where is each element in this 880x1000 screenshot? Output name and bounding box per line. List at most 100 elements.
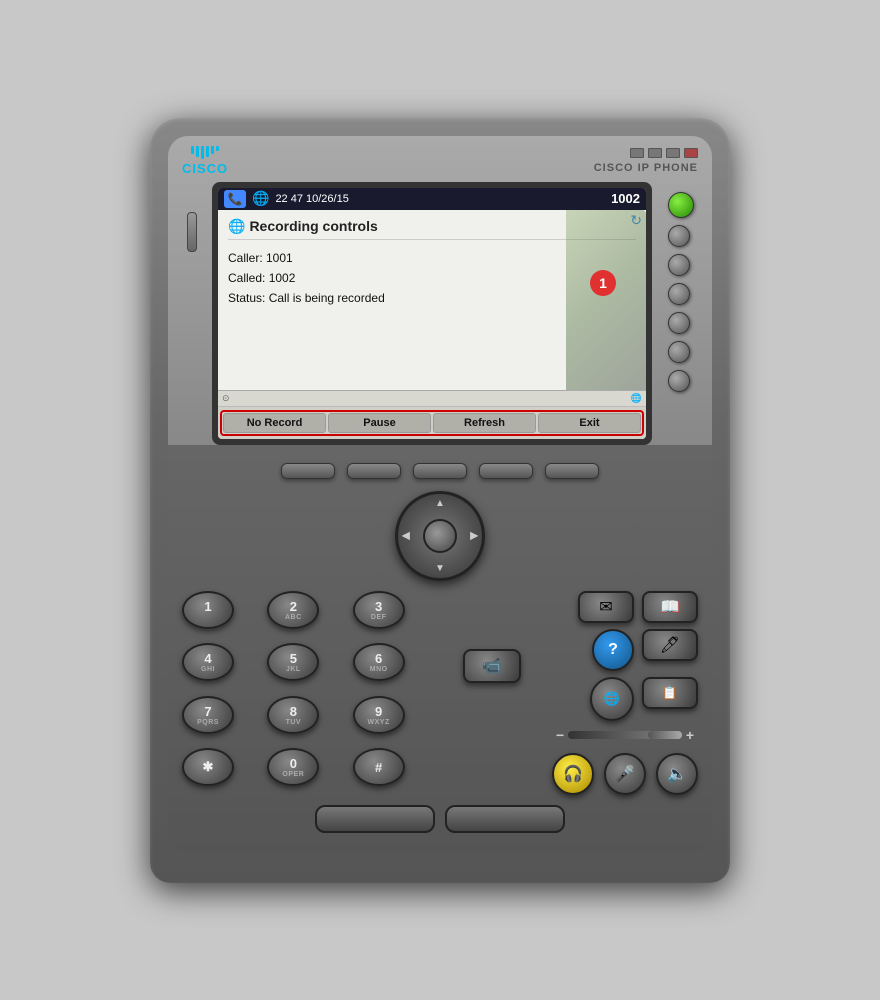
line-btn-2[interactable] — [668, 254, 690, 276]
softkey-physical-1[interactable] — [281, 463, 335, 479]
pause-button[interactable]: Pause — [328, 413, 431, 433]
cisco-logo: CISCO — [182, 146, 228, 176]
softkey-row-container: 2 ⊙ 🌐 No Record Pause Refresh — [218, 390, 646, 439]
annotation-badge-1: 1 — [590, 270, 616, 296]
video-icon: 📹 — [482, 656, 502, 676]
key-pound[interactable]: # — [353, 748, 405, 786]
settings-icon: 🌐 — [604, 691, 620, 707]
help-button[interactable]: ? — [592, 629, 634, 671]
key-3[interactable]: 3DEF — [353, 591, 405, 629]
nav-center-btn[interactable] — [423, 519, 457, 553]
nav-left-icon[interactable]: ◀ — [402, 530, 410, 541]
softkey-physical-4[interactable] — [479, 463, 533, 479]
left-handset[interactable] — [315, 805, 435, 833]
handset-button[interactable]: 🖊 — [642, 629, 698, 661]
globe-icon: 🌐 — [252, 190, 269, 207]
key-2[interactable]: 2ABC — [267, 591, 319, 629]
key-6[interactable]: 6MNO — [353, 643, 405, 681]
softkey-physical-5[interactable] — [545, 463, 599, 479]
volume-side-bar[interactable] — [187, 212, 197, 252]
screen-title-text: Recording controls — [249, 218, 377, 234]
refresh-button[interactable]: Refresh — [433, 413, 536, 433]
line-btn-5[interactable] — [668, 341, 690, 363]
right-side-buttons — [662, 182, 698, 392]
nav-ring[interactable]: ▲ ▼ ◀ ▶ — [395, 491, 485, 581]
phone-header: CISCO CISCO IP PHONE — [182, 146, 698, 176]
screen-clock-icon: ⊙ — [222, 393, 230, 404]
screen-container: 📞 🌐 22 47 10/26/15 1002 1 🌐 Recording co… — [212, 182, 652, 445]
screen-time: 22 47 10/26/15 — [275, 193, 605, 205]
keypad: 1 2ABC 3DEF 4GHI 5JKL 6MNO 7PQRS 8TUV 9W… — [182, 591, 432, 795]
exit-button[interactable]: Exit — [538, 413, 641, 433]
volume-plus[interactable]: + — [686, 727, 694, 743]
phone-device: CISCO CISCO IP PHONE — [150, 118, 730, 883]
phone-lower: 1 2ABC 3DEF 4GHI 5JKL 6MNO 7PQRS 8TUV 9W… — [182, 591, 698, 795]
speaker-icon: 🔈 — [667, 764, 687, 784]
right-column: ✉ 📖 ? 🖊 — [552, 591, 698, 795]
screen-extension: 1002 — [611, 191, 640, 206]
line-btn-1[interactable] — [668, 225, 690, 247]
softkey-bar: No Record Pause Refresh Exit — [218, 406, 646, 439]
mute-icon: 🎤 — [615, 764, 635, 784]
headset-button[interactable]: 🎧 — [552, 753, 594, 795]
screen-globe-bottom: 🌐 — [631, 393, 642, 404]
top-func-row: ✉ 📖 — [552, 591, 698, 623]
line-btn-3[interactable] — [668, 283, 690, 305]
key-0[interactable]: 0OPER — [267, 748, 319, 786]
title-globe-icon: 🌐 — [228, 218, 245, 235]
phone-brand-text: CISCO IP PHONE — [594, 162, 698, 174]
window-controls — [630, 148, 698, 158]
green-indicator — [668, 192, 694, 218]
handset-bar — [182, 805, 698, 833]
cisco-logo-bars — [191, 146, 219, 159]
center-column: 📹 — [442, 591, 542, 795]
navigation-area: ▲ ▼ ◀ ▶ — [182, 491, 698, 581]
settings-button[interactable]: 🌐 — [590, 677, 634, 721]
screen-refresh-arrow: ↻ — [630, 212, 642, 229]
nav-right-icon[interactable]: ▶ — [470, 530, 478, 541]
line-active-button[interactable]: 📋 — [642, 677, 698, 709]
volume-minus[interactable]: − — [556, 727, 564, 743]
video-button[interactable]: 📹 — [463, 649, 521, 683]
cisco-logo-text: CISCO — [182, 161, 228, 176]
restore-btn[interactable] — [648, 148, 662, 158]
minimize-btn[interactable] — [630, 148, 644, 158]
key-star[interactable]: ✱ — [182, 748, 234, 786]
no-record-button[interactable]: No Record — [223, 413, 326, 433]
close-btn[interactable] — [684, 148, 698, 158]
key-4[interactable]: 4GHI — [182, 643, 234, 681]
mid-func-row: ? 🖊 — [552, 629, 698, 671]
screen-content: 1 🌐 Recording controls Caller: 1001 Call… — [218, 210, 646, 390]
maximize-btn[interactable] — [666, 148, 680, 158]
help-icon: ? — [608, 641, 618, 659]
softkey-physical-3[interactable] — [413, 463, 467, 479]
volume-slider: − + — [552, 727, 698, 743]
line-btn-4[interactable] — [668, 312, 690, 334]
mute-button[interactable]: 🎤 — [604, 753, 646, 795]
headset-icon: 🎧 — [563, 764, 583, 784]
nav-down-icon[interactable]: ▼ — [435, 563, 445, 574]
phone-icon: 📞 — [224, 190, 246, 208]
phone-body: ▲ ▼ ◀ ▶ 1 2ABC 3DEF 4GHI 5JKL 6MNO 7PQRS… — [168, 445, 712, 853]
speaker-button[interactable]: 🔈 — [656, 753, 698, 795]
phone-top-section: CISCO CISCO IP PHONE — [168, 136, 712, 445]
softkey-highlight: No Record Pause Refresh Exit — [220, 410, 644, 436]
line-btn-6[interactable] — [668, 370, 690, 392]
messages-icon: ✉ — [599, 597, 612, 617]
softkey-physical-2[interactable] — [347, 463, 401, 479]
messages-button[interactable]: ✉ — [578, 591, 634, 623]
key-9[interactable]: 9WXYZ — [353, 696, 405, 734]
status-bar: 📞 🌐 22 47 10/26/15 1002 — [218, 188, 646, 210]
right-handset[interactable] — [445, 805, 565, 833]
contacts-button[interactable]: 📖 — [642, 591, 698, 623]
key-7[interactable]: 7PQRS — [182, 696, 234, 734]
softkey-physical-row — [182, 463, 698, 479]
settings-func-row: 🌐 📋 — [552, 677, 698, 721]
line-icon: 📋 — [662, 685, 678, 701]
phone-screen: 📞 🌐 22 47 10/26/15 1002 1 🌐 Recording co… — [218, 188, 646, 439]
key-1[interactable]: 1 — [182, 591, 234, 629]
key-8[interactable]: 8TUV — [267, 696, 319, 734]
key-5[interactable]: 5JKL — [267, 643, 319, 681]
volume-track[interactable] — [568, 731, 682, 739]
nav-up-icon[interactable]: ▲ — [435, 498, 445, 509]
